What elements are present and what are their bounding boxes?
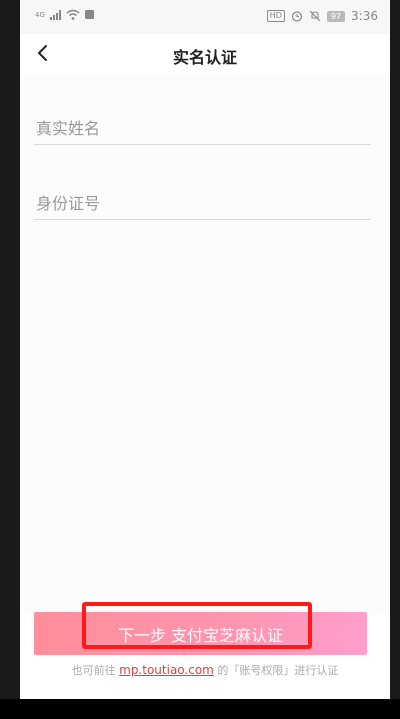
nav-header: 实名认证	[20, 34, 390, 74]
network-type: 4G	[35, 10, 45, 19]
alipay-verify-button[interactable]: 下一步 支付宝芝麻认证	[34, 612, 367, 655]
status-right: HD 97 3:36	[266, 9, 378, 23]
footer-note: 也可前往 mp.toutiao.com 的「账号权限」进行认证	[20, 662, 390, 678]
battery-icon: 97	[326, 10, 346, 22]
status-time: 3:36	[351, 9, 378, 23]
footer-suffix: 的「账号权限」进行认证	[217, 664, 339, 677]
bottom-bezel	[0, 699, 400, 719]
page-title: 实名认证	[172, 48, 237, 67]
verification-form	[20, 74, 390, 614]
phone-screen: 4G HD 97 3:36 实名认证 真实姓名 身份证号 下一步 支付宝芝麻认证…	[20, 0, 390, 699]
footer-prefix: 也可前往	[71, 664, 116, 677]
id-number-input[interactable]	[34, 187, 371, 220]
status-bar: 4G HD 97 3:36	[20, 0, 390, 34]
notification-icon	[84, 10, 94, 19]
toutiao-link[interactable]: mp.toutiao.com	[119, 663, 214, 677]
status-left: 4G	[35, 9, 94, 20]
alarm-icon	[291, 11, 302, 22]
signal-icon	[49, 9, 61, 20]
mute-icon	[309, 10, 321, 22]
real-name-input[interactable]	[34, 112, 371, 145]
device-frame: 4G HD 97 3:36 实名认证 真实姓名 身份证号 下一步 支付宝芝麻认证…	[0, 0, 400, 719]
wifi-icon	[66, 9, 80, 20]
hd-icon: HD	[266, 10, 285, 22]
